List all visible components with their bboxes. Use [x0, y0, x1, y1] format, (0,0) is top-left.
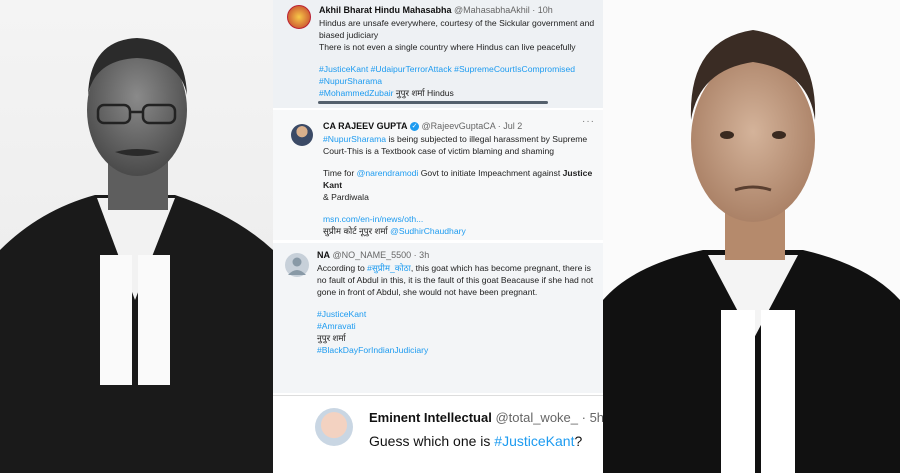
tweet-body: #NupurSharama is being subjected to ille… [323, 133, 595, 237]
tweet-text: Guess which one is [369, 433, 495, 449]
hashtag-supreme-kotha[interactable]: #सुप्रीम_कोठा [367, 263, 411, 273]
author-name[interactable]: Eminent Intellectual [369, 410, 492, 425]
mahasabha-avatar[interactable] [287, 5, 311, 29]
tweet-text-line: Court-This is a Textbook case of victim … [323, 146, 555, 156]
tweet-text-line: no fault of Abdul in this, it is the fau… [317, 275, 594, 285]
tweet-text: According to [317, 263, 368, 273]
tweet-text-line: There is not even a single country where… [319, 42, 576, 52]
author-handle[interactable]: @RajeevGuptaCA · Jul 2 [422, 121, 523, 131]
mention-sudhirchaudhary[interactable]: @SudhirChaudhary [390, 226, 466, 236]
tweet-text-line: नुपुर शर्मा [317, 333, 346, 343]
hashtag-amravati[interactable]: #Amravati [317, 320, 595, 332]
tweet-feed-screenshot: Akhil Bharat Hindu Mahasabha @MahasabhaA… [273, 0, 603, 473]
author-name[interactable]: CA RAJEEV GUPTA [323, 121, 408, 131]
tweet-text-line: biased judiciary [319, 30, 379, 40]
tweet-body: Hindus are unsafe everywhere, courtesy o… [319, 17, 595, 99]
tweet-text: , this goat which has become pregnant, t… [410, 263, 591, 273]
judge-portrait-image [603, 30, 900, 473]
tweet-text: is being subjected to illegal harassment… [386, 134, 588, 144]
more-options-icon[interactable]: ··· [582, 116, 595, 127]
tweet-header: CA RAJEEV GUPTA ✓ @RajeevGuptaCA · Jul 2 [323, 120, 595, 133]
tweet-text-line: & Pardiwala [323, 192, 369, 202]
tweet-rajeev-gupta[interactable]: ··· CA RAJEEV GUPTA ✓ @RajeevGuptaCA · J… [273, 110, 603, 240]
tweet-text-tail: नुपुर शर्मा Hindus [393, 88, 454, 98]
author-handle[interactable]: @NO_NAME_5500 · 3h [333, 250, 430, 260]
hashtag-line[interactable]: #JusticeKant #UdaipurTerrorAttack #Supre… [319, 63, 595, 75]
hashtag-mohammedzubair[interactable]: #MohammedZubair [319, 88, 394, 98]
tweet-text: Time for [323, 168, 357, 178]
tweet-header: NA @NO_NAME_5500 · 3h [317, 249, 595, 262]
hashtag-nupursharama[interactable]: #NupurSharama [319, 75, 595, 87]
author-handle[interactable]: @total_woke_ · 5h [495, 410, 603, 425]
judge-portrait-image [0, 38, 273, 473]
tweet-body: According to #सुप्रीम_कोठा, this goat wh… [317, 262, 595, 356]
tweet-time: · 10h [532, 5, 553, 15]
author-handle[interactable]: @MahasabhaAkhil [454, 5, 530, 15]
mention-narendramodi[interactable]: @narendramodi [357, 168, 419, 178]
tweet-text: ? [574, 433, 583, 449]
right-portrait-photo [603, 0, 900, 473]
tweet-text: Govt to initiate Impeachment against [418, 168, 563, 178]
tweet-body: Guess which one is #JusticeKant? [369, 433, 595, 449]
tweet-text: सुप्रीम कोर्ट नूपुर शर्मा [323, 226, 391, 236]
hashtag-blackday[interactable]: #BlackDayForIndianJudiciary [317, 344, 595, 356]
tweet-header: Akhil Bharat Hindu Mahasabha @MahasabhaA… [319, 4, 595, 17]
tweet-no-name[interactable]: NA @NO_NAME_5500 · 3h According to #सुप्… [273, 243, 603, 393]
default-avatar-icon[interactable] [285, 253, 309, 277]
eminent-avatar[interactable] [315, 408, 353, 446]
author-name[interactable]: Akhil Bharat Hindu Mahasabha [319, 5, 452, 15]
hashtag-justicekant[interactable]: #JusticeKant [317, 308, 595, 320]
hashtag-justicekant[interactable]: #JusticeKant [494, 433, 574, 449]
article-link[interactable]: msn.com/en-in/news/oth... [323, 213, 595, 225]
tweet-text-line: gone in front of Abdul, she would not ha… [317, 287, 538, 297]
author-name[interactable]: NA [317, 250, 330, 260]
verified-badge-icon: ✓ [410, 122, 420, 132]
tweet-mahasabha[interactable]: Akhil Bharat Hindu Mahasabha @MahasabhaA… [273, 0, 603, 108]
left-portrait-photo [0, 0, 273, 473]
tweet-eminent-intellectual[interactable]: Eminent Intellectual @total_woke_ · 5h G… [273, 395, 603, 473]
horizontal-scrollbar[interactable] [318, 101, 548, 104]
hashtag-nupursharama[interactable]: #NupurSharama [323, 134, 386, 144]
tweet-text-line: Hindus are unsafe everywhere, courtesy o… [319, 18, 595, 28]
rajeev-avatar[interactable] [291, 124, 313, 146]
tweet-header: Eminent Intellectual @total_woke_ · 5h [369, 410, 603, 425]
